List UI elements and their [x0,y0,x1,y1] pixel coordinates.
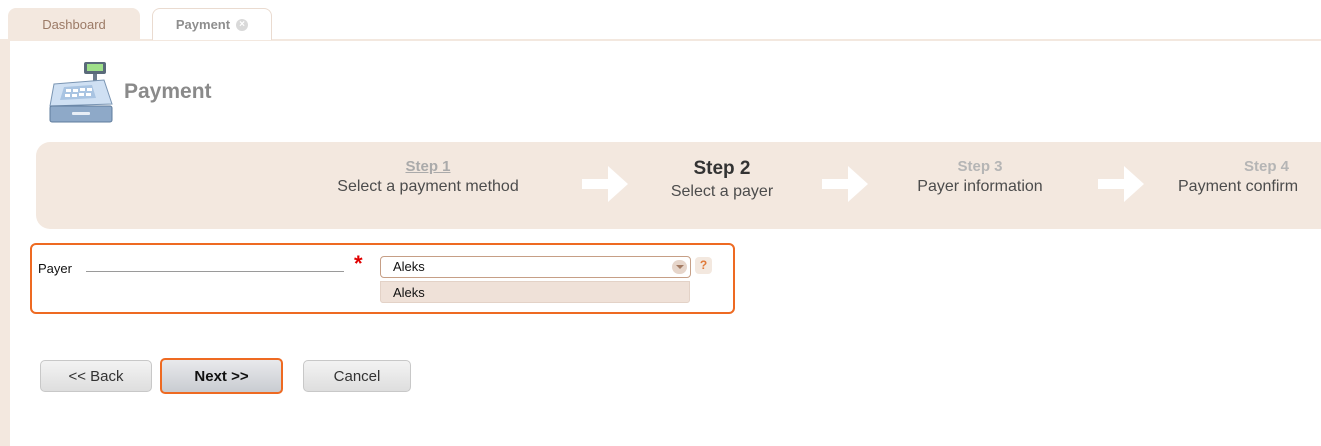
arrow-right-icon [582,166,628,202]
tab-dashboard[interactable]: Dashboard [8,8,140,40]
cash-register-icon [46,60,116,124]
step-3-title: Step 3 [957,158,1003,175]
help-icon[interactable]: ? [695,257,712,274]
page-title: Payment [124,80,212,103]
wizard-step-1[interactable]: Step 1 Select a payment method [312,158,544,196]
payer-dropdown-list: Aleks [380,281,690,303]
wizard-step-2: Step 2 Select a payer [652,158,792,201]
step-1-title[interactable]: Step 1 [312,158,544,175]
cancel-button[interactable]: Cancel [303,360,411,392]
step-2-description: Select a payer [670,183,774,200]
wizard-step-4: Step 4 Payment confirm [1178,158,1321,196]
dropdown-option[interactable]: Aleks [393,285,425,300]
left-border-strip [0,0,10,446]
payer-select-value: Aleks [393,259,425,274]
chevron-down-icon[interactable] [672,260,687,274]
step-1-description: Select a payment method [337,178,519,195]
payer-label: Payer [38,261,72,276]
wizard-step-3: Step 3 Payer information [895,158,1065,196]
tab-dashboard-label: Dashboard [42,16,106,32]
close-icon[interactable]: × [236,18,249,31]
payer-form-panel [30,243,735,314]
step-3-description: Payer information [917,178,1043,195]
arrow-right-icon [1098,166,1144,202]
step-4-title: Step 4 [1244,158,1290,175]
arrow-right-icon [822,166,868,202]
tab-payment[interactable]: Payment × [152,8,272,40]
required-marker: * [354,251,363,276]
tab-bar: Dashboard Payment × [0,0,1321,41]
step-2-title: Step 2 [693,158,751,179]
label-leader-line [86,271,344,272]
payer-select[interactable]: Aleks [380,256,691,278]
back-button[interactable]: << Back [40,360,152,392]
tab-payment-label: Payment [175,17,231,32]
next-button[interactable]: Next >> [160,358,283,394]
step-4-description: Payment confirm [1178,178,1299,195]
